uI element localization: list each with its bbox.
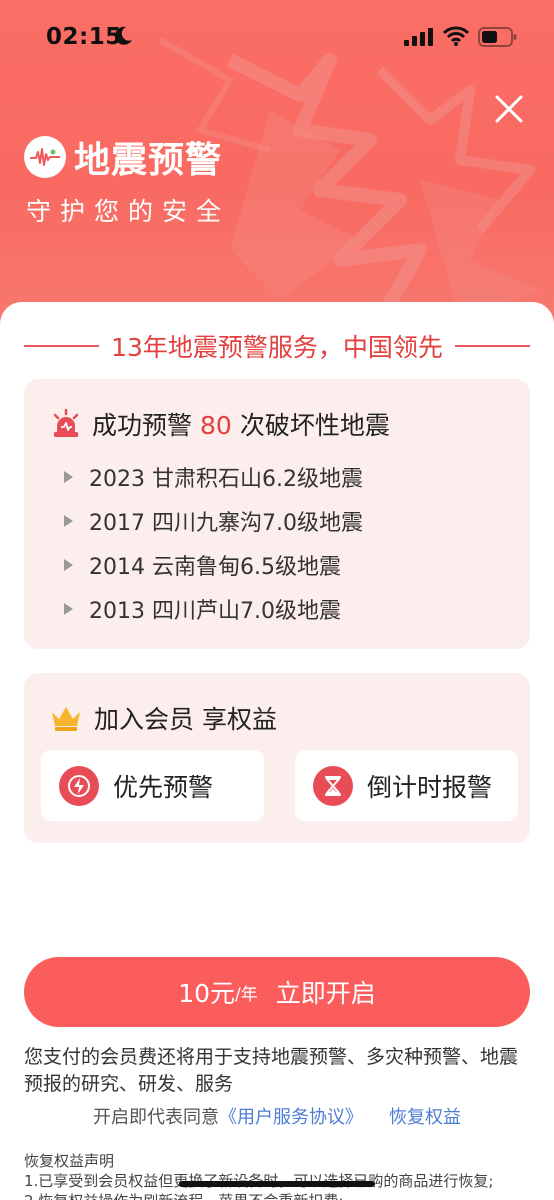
quake-list-item: 2014 云南鲁甸6.5级地震 — [64, 550, 341, 580]
headline-divider-right — [454, 345, 531, 347]
battery-icon — [478, 27, 517, 47]
brand: 地震预警 — [24, 136, 222, 181]
quake-item-text: 2013 四川芦山7.0级地震 — [89, 599, 341, 624]
cta-price: 10元 — [178, 979, 236, 1008]
user-agreement-link[interactable]: 《用户服务协议》 — [219, 1107, 363, 1128]
triangle-bullet-icon — [64, 515, 73, 527]
quake-item-text: 2014 云南鲁甸6.5级地震 — [89, 555, 341, 580]
hourglass-icon — [313, 765, 353, 806]
earthquake-wave-icon — [24, 136, 66, 178]
fee-usage-note: 您支付的会员费还将用于支持地震预警、多灾种预警、地震预报的研究、研发、服务 — [24, 1046, 519, 1095]
home-indicator[interactable] — [179, 1181, 375, 1187]
app-title: 地震预警 — [74, 140, 223, 181]
benefit-priority-warning[interactable]: 优先预警 — [41, 750, 264, 821]
moon-icon — [115, 26, 132, 45]
wifi-icon — [443, 26, 469, 46]
benefit-label: 优先预警 — [113, 772, 214, 802]
crown-icon — [52, 707, 80, 731]
membership-header: 加入会员 享权益 — [50, 701, 277, 735]
benefit-label: 倒计时报警 — [367, 772, 493, 802]
signal-icon — [404, 28, 433, 46]
status-bar: 02:15 — [0, 0, 554, 70]
status-time: 02:15 — [46, 24, 122, 50]
close-icon[interactable] — [492, 92, 526, 126]
headline-divider-left — [24, 345, 100, 347]
app-slogan: 守护您的安全 — [26, 197, 231, 226]
warning-record-suffix: 次破坏性地震 — [239, 411, 390, 440]
membership-title: 加入会员 享权益 — [94, 705, 277, 734]
triangle-bullet-icon — [64, 559, 73, 571]
triangle-bullet-icon — [64, 603, 73, 615]
warning-record-header: 成功预警 80 次破坏性地震 — [50, 407, 390, 441]
lightning-icon — [59, 765, 99, 806]
quake-list-item: 2017 四川九寨沟7.0级地震 — [64, 506, 363, 536]
warning-record-title: 成功预警 80 次破坏性地震 — [92, 406, 390, 442]
warning-record-card: 成功预警 80 次破坏性地震 2023 甘肃积石山6.2级地震 2017 四川九… — [24, 379, 530, 649]
activate-membership-button[interactable]: 10元 /年 立即开启 — [24, 957, 530, 1027]
cta-unit: /年 — [235, 984, 258, 1005]
benefit-countdown-alarm[interactable]: 倒计时报警 — [295, 750, 518, 821]
restore-notice-title: 恢复权益声明 — [24, 1152, 115, 1170]
triangle-bullet-icon — [64, 471, 73, 483]
quake-list-item: 2013 四川芦山7.0级地震 — [64, 594, 341, 624]
membership-card: 加入会员 享权益 优先预警 倒计时报警 — [24, 673, 530, 843]
restore-benefits-link[interactable]: 恢复权益 — [389, 1107, 461, 1128]
quake-item-text: 2017 四川九寨沟7.0级地震 — [89, 511, 363, 536]
agreement-prefix: 开启即代表同意 — [93, 1107, 219, 1128]
headline-text: 13年地震预警服务，中国领先 — [111, 333, 443, 362]
agreement-row: 开启即代表同意《用户服务协议》 恢复权益 — [0, 1103, 554, 1129]
quake-list-item: 2023 甘肃积石山6.2级地震 — [64, 462, 363, 492]
alarm-light-icon — [53, 408, 79, 437]
quake-item-text: 2023 甘肃积石山6.2级地震 — [89, 467, 363, 492]
warning-count: 80 — [200, 411, 232, 440]
warning-record-prefix: 成功预警 — [92, 411, 193, 440]
cta-action: 立即开启 — [275, 979, 376, 1008]
restore-notice-line: 2.恢复权益操作为刷新流程，苹果不会重新扣费; — [24, 1190, 343, 1200]
headline: 13年地震预警服务，中国领先 — [24, 328, 531, 364]
